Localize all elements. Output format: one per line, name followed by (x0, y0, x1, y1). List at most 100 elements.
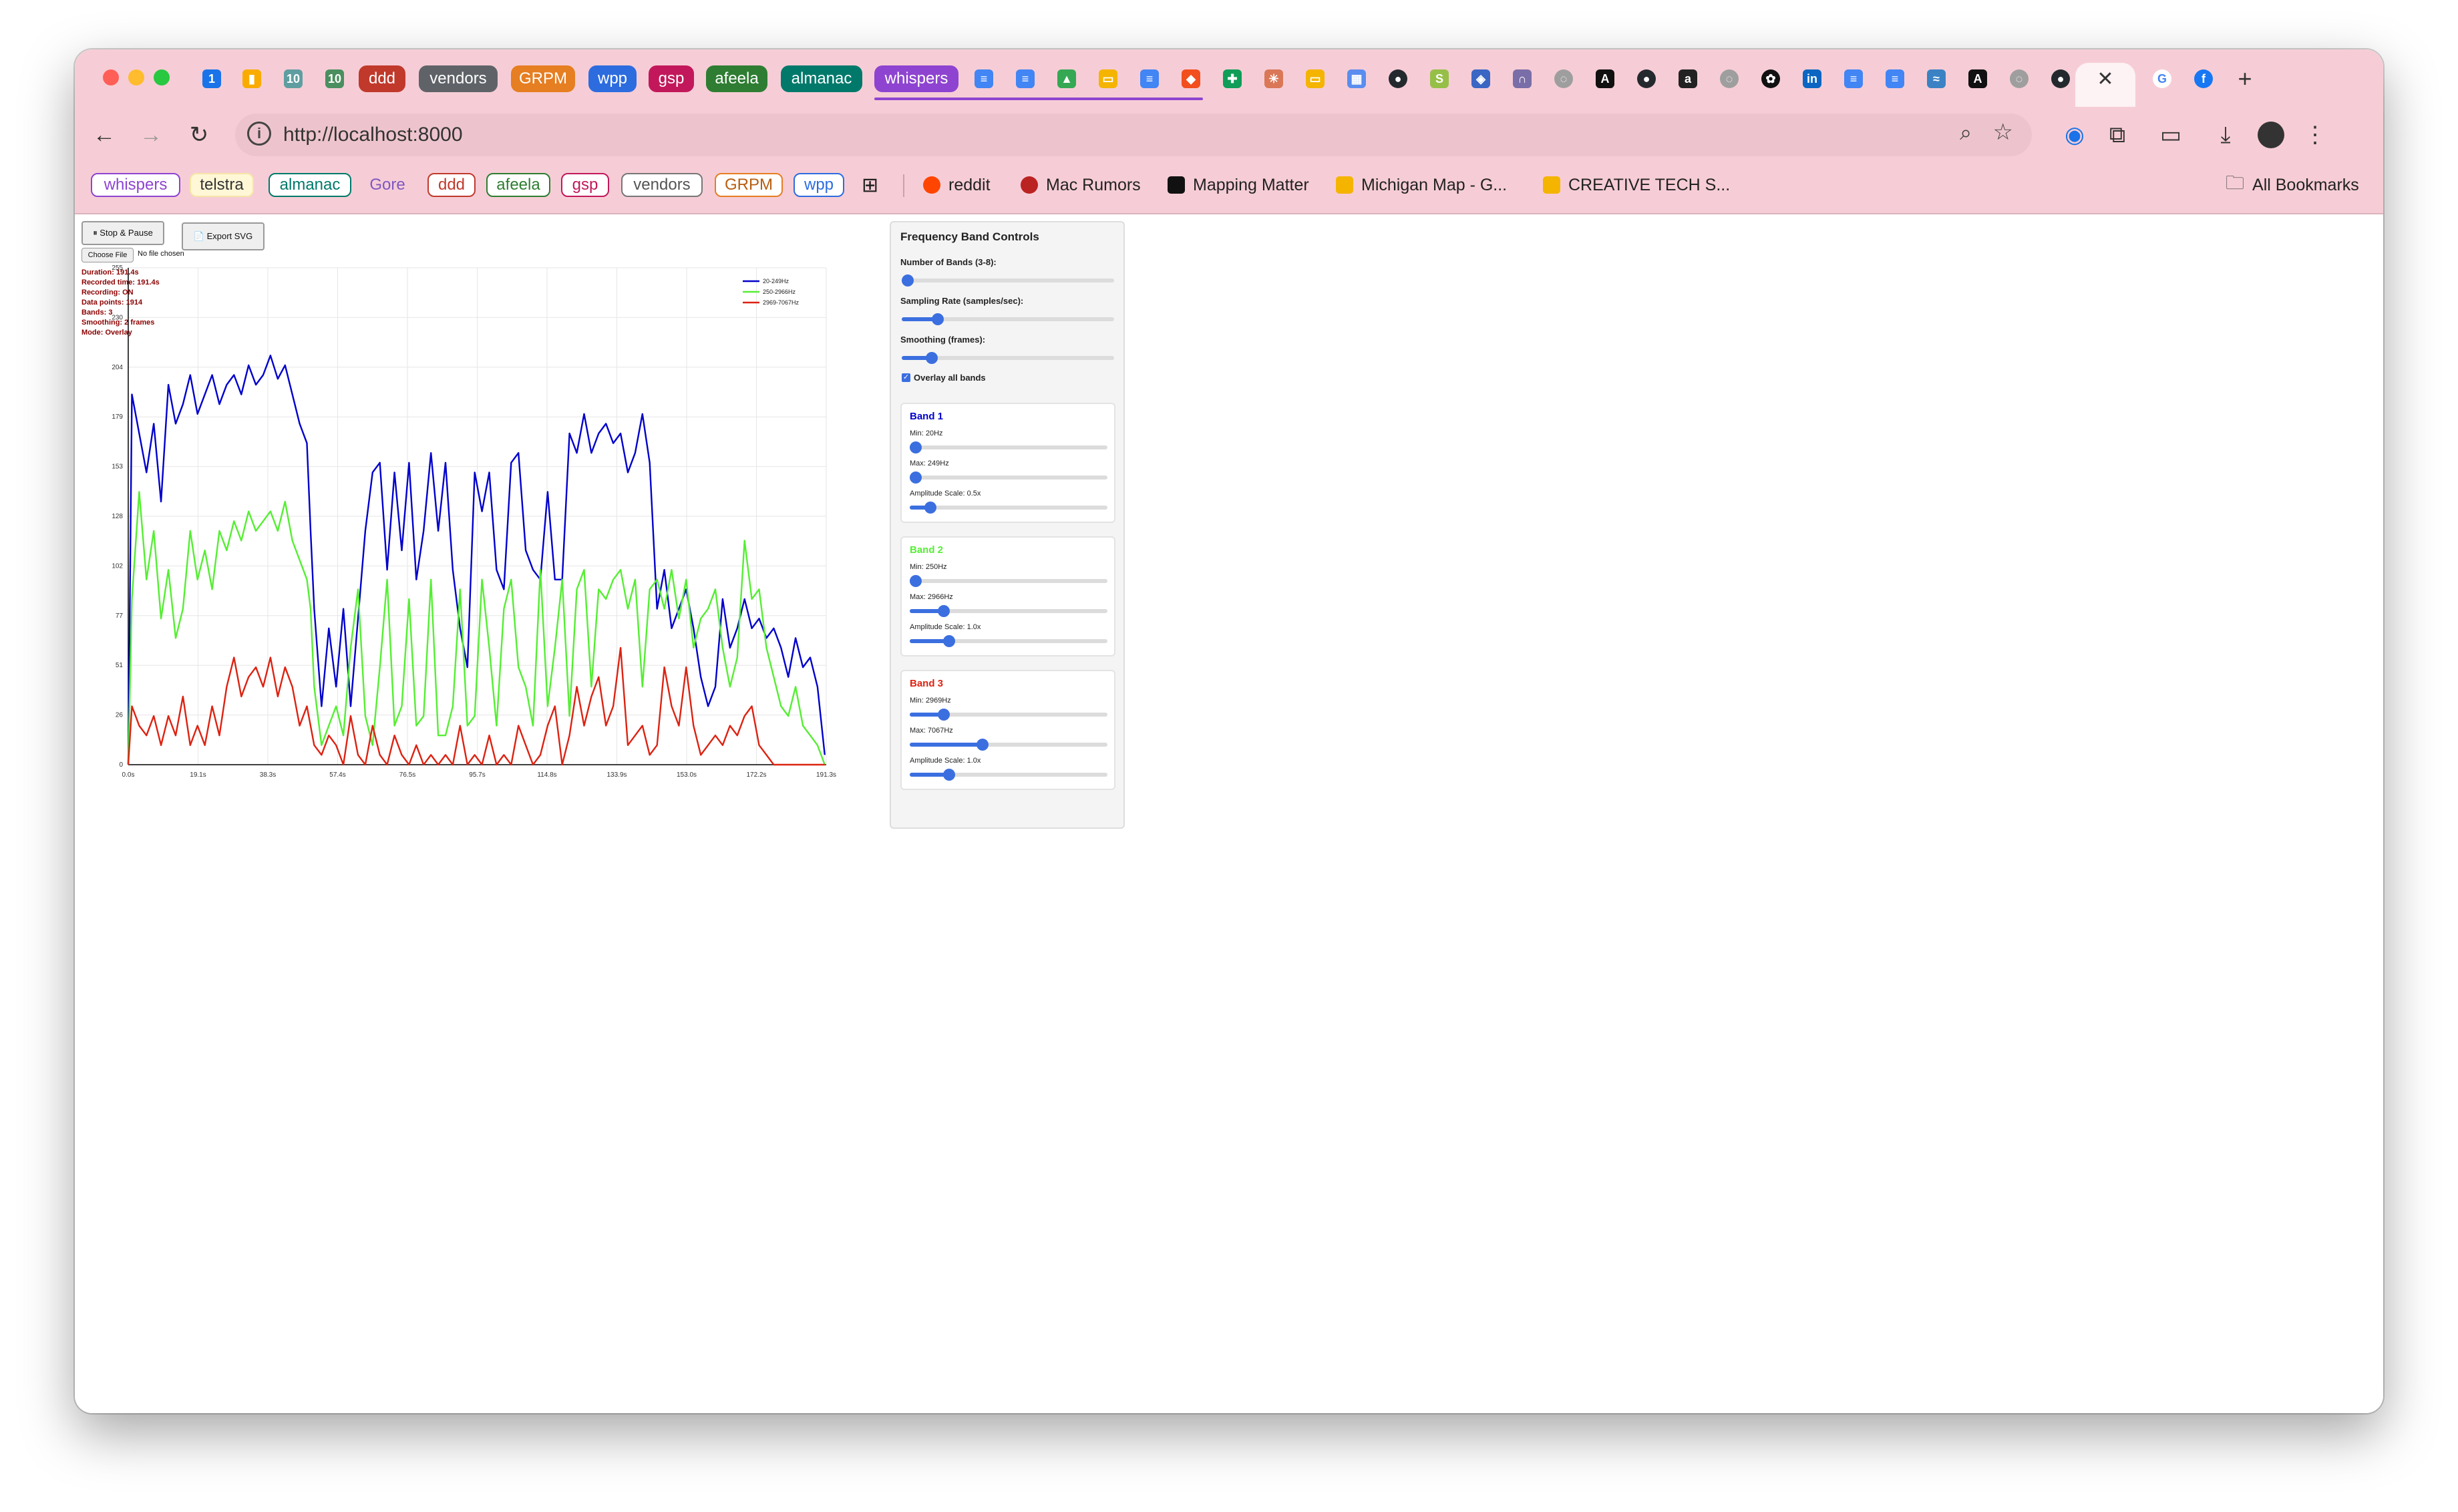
download-icon[interactable]: ⤓ (2210, 119, 2242, 151)
bookmark-group-gore[interactable]: Gore (361, 173, 414, 197)
tab-group-ddd[interactable]: ddd (359, 65, 405, 92)
tab-anthropic-1[interactable]: A (1592, 63, 1618, 95)
bookmark-group-telstra[interactable]: telstra (190, 173, 254, 197)
overlay-checkbox[interactable]: ✓ (902, 373, 910, 382)
tab-figma[interactable]: ◆ (1178, 63, 1204, 95)
bookmark-reddit[interactable]: reddit (923, 173, 991, 197)
tab-amazon[interactable]: a (1675, 63, 1701, 95)
tab-drive[interactable]: ▲ (1053, 63, 1080, 95)
bookmark-group-vendors[interactable]: vendors (621, 173, 703, 197)
back-icon[interactable]: ← (88, 119, 120, 151)
stop-pause-button[interactable]: ⏸ Stop & Pause (81, 221, 164, 245)
tab-github-2[interactable]: ● (1633, 63, 1660, 95)
close-window-icon[interactable] (103, 69, 119, 85)
tab-docs-3[interactable]: ≡ (1136, 63, 1163, 95)
tab-analytics[interactable]: ▮ (238, 63, 265, 95)
bookmark-group-ddd[interactable]: ddd (427, 173, 476, 197)
reload-icon[interactable]: ↻ (183, 119, 215, 151)
tab-group-vendors[interactable]: vendors (419, 65, 498, 92)
band-2-amplitude-label: Amplitude Scale: 1.0x (910, 623, 981, 631)
tab-calendar[interactable]: 1 (198, 63, 225, 95)
tab-slides-1[interactable]: ▭ (1095, 63, 1121, 95)
tab-openai[interactable]: ✿ (1757, 63, 1784, 95)
band-1-min-slider[interactable] (910, 441, 1107, 453)
band-2-max-slider[interactable] (910, 605, 1107, 617)
extensions-puzzle-icon[interactable]: ⧉ (2101, 119, 2133, 151)
tab-group-grpm[interactable]: GRPM (511, 65, 575, 92)
band-3-min-slider[interactable] (910, 709, 1107, 721)
tab-globe-3[interactable]: ◌ (2006, 63, 2033, 95)
tab-facebook[interactable]: f (2190, 63, 2217, 95)
y-tick-label: 26 (116, 712, 124, 719)
tab-docs-4[interactable]: ≡ (1840, 63, 1867, 95)
export-svg-button[interactable]: 📄 Export SVG (182, 222, 265, 250)
sampling-rate-slider[interactable] (902, 313, 1114, 325)
y-tick-label: 102 (112, 562, 123, 570)
tab-slides-2[interactable]: ▭ (1302, 63, 1329, 95)
smoothing-label: Smoothing (frames): (900, 335, 986, 345)
zoom-icon[interactable]: ⌕ (1960, 120, 1972, 146)
all-bookmarks[interactable]: 🗀 All Bookmarks (2226, 172, 2359, 197)
tab-app-3[interactable]: ≈ (1923, 63, 1950, 95)
tab-docs-1[interactable]: ≡ (971, 63, 997, 95)
apps-grid-icon[interactable]: ⊞ (862, 173, 878, 197)
tab-calendar-2[interactable]: ▦ (1343, 63, 1370, 95)
tab-docs-5[interactable]: ≡ (1882, 63, 1908, 95)
tab-group-wpp[interactable]: wpp (588, 65, 637, 92)
tab-shopify[interactable]: S (1426, 63, 1453, 95)
extension-icon-1[interactable]: ◉ (2059, 119, 2091, 151)
maximize-window-icon[interactable] (154, 69, 170, 85)
bookmark-group-afeela[interactable]: afeela (486, 173, 550, 197)
choose-file-button[interactable]: Choose File (81, 248, 134, 262)
band-2-min-slider[interactable] (910, 575, 1107, 587)
site-info-icon[interactable]: i (247, 122, 271, 146)
band-2-amplitude-slider[interactable] (910, 635, 1107, 647)
bookmark-mac-rumors[interactable]: Mac Rumors (1021, 173, 1141, 197)
tab-github-1[interactable]: ● (1385, 63, 1411, 95)
bookmarks-divider (903, 174, 904, 197)
bookmark-star-icon[interactable]: ☆ (1993, 119, 2013, 146)
tab-meet[interactable]: 10 (280, 63, 307, 95)
bookmark-creative-tech[interactable]: CREATIVE TECH S... (1543, 173, 1730, 197)
band-3-amplitude-slider[interactable] (910, 769, 1107, 781)
bookmark-mapping-matter[interactable]: Mapping Matter (1168, 173, 1309, 197)
address-bar[interactable]: i http://localhost:8000 ⌕ ☆ (235, 114, 2032, 156)
tab-group-gsp[interactable]: gsp (649, 65, 694, 92)
bookmark-group-whispers[interactable]: whispers (91, 173, 180, 197)
band-3-max-slider[interactable] (910, 739, 1107, 751)
tab-app-2[interactable]: ∩ (1509, 63, 1536, 95)
tab-group-whispers[interactable]: whispers (874, 65, 958, 92)
tab-claude[interactable]: ✳ (1260, 63, 1287, 95)
tab-github-3[interactable]: ● (2047, 63, 2074, 95)
bookmark-group-gsp[interactable]: gsp (561, 173, 609, 197)
tab-meet-2[interactable]: 10 (321, 63, 348, 95)
menu-icon[interactable]: ⋮ (2299, 119, 2331, 151)
minimize-window-icon[interactable] (128, 69, 144, 85)
close-tab-icon[interactable]: ✕ (2089, 63, 2122, 95)
bookmark-group-wpp[interactable]: wpp (794, 173, 844, 197)
forward-icon[interactable]: → (135, 119, 167, 151)
band-1-amplitude-slider[interactable] (910, 502, 1107, 514)
tab-app-1[interactable]: ◈ (1467, 63, 1494, 95)
smoothing-slider[interactable] (902, 352, 1114, 364)
band-1-max-slider[interactable] (910, 471, 1107, 484)
anthropic-icon: A (1596, 69, 1614, 88)
bookmark-group-grpm[interactable]: GRPM (715, 173, 783, 197)
tab-group-afeela[interactable]: afeela (706, 65, 767, 92)
tab-anthropic-2[interactable]: A (1964, 63, 1991, 95)
tab-sheets[interactable]: ✚ (1219, 63, 1246, 95)
url-text[interactable]: http://localhost:8000 (283, 124, 463, 146)
bookmarks-bar: whispers telstra almanac Gore ddd afeela… (75, 166, 2383, 206)
tab-search-icon[interactable]: ▭ (2155, 119, 2187, 151)
tab-globe-2[interactable]: ◌ (1716, 63, 1743, 95)
bookmark-group-almanac[interactable]: almanac (269, 173, 351, 197)
tab-linkedin[interactable]: in (1799, 63, 1825, 95)
bookmark-michigan-map[interactable]: Michigan Map - G... (1336, 173, 1507, 197)
avatar[interactable] (2255, 119, 2287, 151)
num-bands-slider[interactable] (902, 274, 1114, 287)
tab-globe-1[interactable]: ◌ (1550, 63, 1577, 95)
tab-docs-2[interactable]: ≡ (1012, 63, 1039, 95)
tab-google[interactable]: G (2149, 63, 2175, 95)
tab-group-almanac[interactable]: almanac (781, 65, 862, 92)
new-tab-icon[interactable]: + (2232, 63, 2258, 95)
